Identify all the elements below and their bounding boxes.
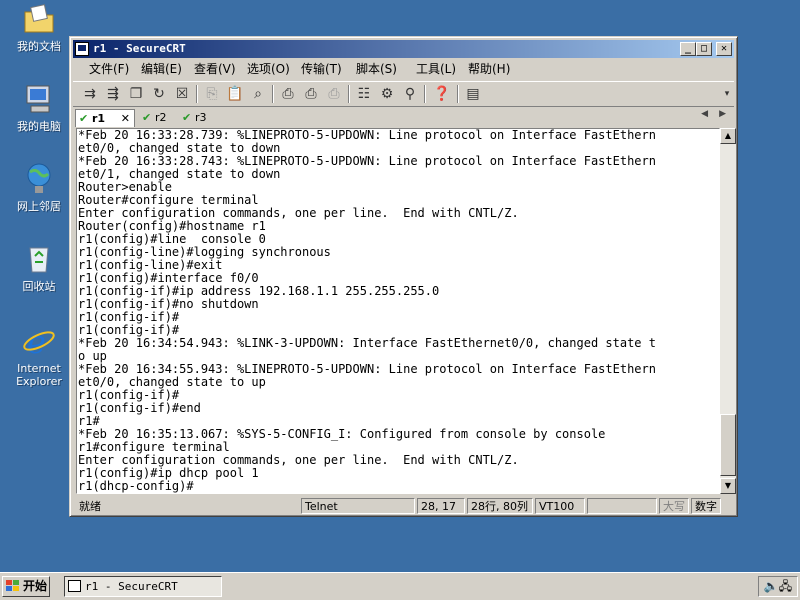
find-icon[interactable]: ⌕ <box>249 85 267 103</box>
terminal-output[interactable]: *Feb 20 16:33:28.739: %LINEPROTO-5-UPDOW… <box>76 128 720 494</box>
print-selection-icon[interactable]: ⎙ <box>302 85 320 103</box>
menu-help[interactable]: 帮助(H) <box>468 61 510 77</box>
status-empty-panel <box>587 498 657 514</box>
status-ready: 就绪 <box>79 500 101 513</box>
status-num-lock: 数字 <box>691 498 721 514</box>
status-terminal-size: 28行, 80列 <box>467 498 533 514</box>
network-icon <box>27 163 51 193</box>
scroll-thumb[interactable] <box>720 414 736 476</box>
reconnect-icon[interactable]: ↻ <box>150 85 168 103</box>
toolbar-separator <box>424 85 426 103</box>
menu-transfer[interactable]: 传输(T) <box>301 61 342 77</box>
disconnect-icon[interactable]: ☒ <box>173 85 191 103</box>
window-title: r1 - SecureCRT <box>93 42 186 55</box>
tab-scroll-left-icon[interactable]: ◀ <box>701 109 708 119</box>
menu-bar: 文件(F) 编辑(E) 查看(V) 选项(O) 传输(T) 脚本(S) 工具(L… <box>73 59 734 79</box>
close-button[interactable]: ✕ <box>716 42 732 56</box>
tab-r3[interactable]: ✔ r3 <box>179 109 217 127</box>
taskbar-item-securecrt[interactable]: r1 - SecureCRT <box>64 576 222 597</box>
print-icon[interactable]: ⎙ <box>325 85 343 103</box>
windows-flag-icon <box>6 580 19 591</box>
network-tray-icon[interactable]: 🖧 <box>779 579 792 593</box>
desktop-icon-network[interactable]: 网上邻居 <box>6 162 72 213</box>
copy-icon[interactable]: ⎘ <box>203 85 221 103</box>
paste-icon[interactable]: 📋 <box>226 85 244 103</box>
session-options-icon[interactable]: ☷ <box>355 85 373 103</box>
desktop-icon-internet-explorer[interactable]: e Internet Explorer <box>6 324 72 388</box>
quick-connect-icon[interactable]: ⇶ <box>104 85 122 103</box>
connect-in-tab-icon[interactable]: ❐ <box>127 85 145 103</box>
global-options-icon[interactable]: ⚙ <box>378 85 396 103</box>
vertical-scrollbar[interactable]: ▲ ▼ <box>720 128 736 494</box>
taskbar: 开始 r1 - SecureCRT 🔈🖧 <box>0 572 800 600</box>
recycle-bin-icon <box>29 247 49 273</box>
minimize-button[interactable]: _ <box>680 42 696 56</box>
status-caps-lock: 大写 <box>659 498 689 514</box>
toolbar-separator <box>457 85 459 103</box>
securecrt-app-icon <box>75 42 89 56</box>
toolbar-separator <box>348 85 350 103</box>
sftp-icon[interactable]: ▤ <box>464 85 482 103</box>
toolbar: ⇉ ⇶ ❐ ↻ ☒ ⎘ 📋 ⌕ ⎙ ⎙ ⎙ ☷ ⚙ ⚲ ❓ ▤ ▾ <box>73 81 734 107</box>
connected-check-icon: ✔ <box>182 111 192 124</box>
securecrt-window: r1 - SecureCRT _ □ ✕ 文件(F) 编辑(E) 查看(V) 选… <box>69 36 738 517</box>
tab-scroll-right-icon[interactable]: ▶ <box>719 109 726 119</box>
menu-edit[interactable]: 编辑(E) <box>141 61 182 77</box>
connected-check-icon: ✔ <box>79 112 89 125</box>
connect-icon[interactable]: ⇉ <box>81 85 99 103</box>
folder-documents-icon <box>24 4 54 33</box>
desktop-icon-my-computer[interactable]: 我的电脑 <box>6 82 72 133</box>
connected-check-icon: ✔ <box>142 111 152 124</box>
toolbar-overflow-icon[interactable]: ▾ <box>721 85 733 103</box>
start-button[interactable]: 开始 <box>2 576 50 597</box>
session-tabs: ✔ r1 ✕ ✔ r2 ✔ r3 ◀ ▶ <box>73 107 734 127</box>
toolbar-separator <box>272 85 274 103</box>
tab-close-icon[interactable]: ✕ <box>121 110 130 128</box>
menu-script[interactable]: 脚本(S) <box>356 61 397 77</box>
terminal-text: *Feb 20 16:33:28.739: %LINEPROTO-5-UPDOW… <box>78 128 656 493</box>
tab-r2[interactable]: ✔ r2 <box>139 109 177 127</box>
desktop-icon-my-documents[interactable]: 我的文档 <box>6 2 72 53</box>
scroll-up-icon[interactable]: ▲ <box>720 128 736 144</box>
computer-icon <box>26 85 50 113</box>
keymap-icon[interactable]: ⚲ <box>401 85 419 103</box>
menu-options[interactable]: 选项(O) <box>247 61 290 77</box>
status-cursor-position: 28, 17 <box>417 498 465 514</box>
print-screen-icon[interactable]: ⎙ <box>279 85 297 103</box>
tab-r1[interactable]: ✔ r1 ✕ <box>75 109 135 127</box>
svg-text:e: e <box>27 324 46 358</box>
desktop-icon-recycle-bin[interactable]: 回收站 <box>6 242 72 293</box>
status-emulation: VT100 <box>535 498 585 514</box>
menu-view[interactable]: 查看(V) <box>194 61 236 77</box>
system-tray: 🔈🖧 <box>758 576 798 597</box>
maximize-button[interactable]: □ <box>696 42 712 56</box>
window-titlebar[interactable]: r1 - SecureCRT _ □ ✕ <box>73 40 734 58</box>
ie-icon: e <box>23 324 55 358</box>
status-bar: 就绪 Telnet 28, 17 28行, 80列 VT100 大写 数字 <box>73 497 734 515</box>
securecrt-task-icon <box>68 580 81 592</box>
menu-tools[interactable]: 工具(L) <box>416 61 456 77</box>
menu-file[interactable]: 文件(F) <box>89 61 129 77</box>
scroll-down-icon[interactable]: ▼ <box>720 478 736 494</box>
help-icon[interactable]: ❓ <box>433 85 451 103</box>
toolbar-separator <box>196 85 198 103</box>
status-protocol: Telnet <box>301 498 415 514</box>
volume-icon[interactable]: 🔈 <box>764 579 779 593</box>
